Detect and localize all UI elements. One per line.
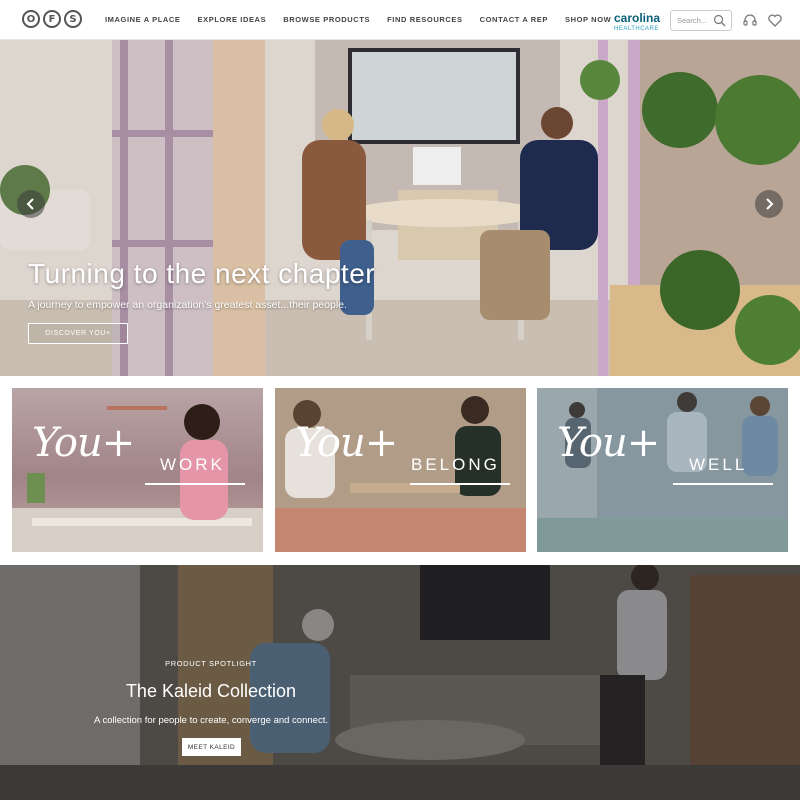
- search-input[interactable]: Search...: [670, 10, 732, 31]
- chevron-right-icon: [766, 198, 774, 210]
- hero-banner: Turning to the next chapter A journey to…: [0, 40, 800, 376]
- discover-you-button[interactable]: DISCOVER YOU+: [28, 323, 128, 344]
- product-spotlight: PRODUCT SPOTLIGHT The Kaleid Collection …: [0, 565, 800, 800]
- tile-you-belong[interactable]: You+ BELONG: [275, 388, 526, 552]
- hero-subtitle: A journey to empower an organization's g…: [28, 299, 347, 311]
- tile-well-word: WELL: [689, 455, 748, 474]
- main-nav: IMAGINE A PLACE EXPLORE IDEAS BROWSE PRO…: [105, 15, 611, 24]
- carolina-healthcare-logo[interactable]: carolina HEALTHCARE: [614, 12, 660, 32]
- brand-sub: HEALTHCARE: [614, 26, 659, 32]
- heart-icon[interactable]: [767, 12, 783, 28]
- spotlight-eyebrow: PRODUCT SPOTLIGHT: [165, 659, 257, 668]
- site-header: O F S IMAGINE A PLACE EXPLORE IDEAS BROW…: [0, 0, 800, 40]
- nav-imagine-a-place[interactable]: IMAGINE A PLACE: [105, 15, 181, 24]
- tile-well-script: You+: [557, 420, 660, 466]
- brand-name: carolina: [614, 11, 661, 25]
- tile-belong-word: BELONG: [411, 455, 500, 474]
- nav-find-resources[interactable]: FIND RESOURCES: [387, 15, 463, 24]
- nav-contact-a-rep[interactable]: CONTACT A REP: [480, 15, 548, 24]
- tile-belong-underline: [410, 483, 510, 485]
- hero-title: Turning to the next chapter: [28, 258, 376, 289]
- nav-browse-products[interactable]: BROWSE PRODUCTS: [283, 15, 370, 24]
- logo-letter-s: S: [64, 10, 82, 28]
- tile-you-well[interactable]: You+ WELL: [537, 388, 788, 552]
- carousel-next-button[interactable]: [755, 190, 783, 218]
- meet-kaleid-button[interactable]: MEET KALEID: [182, 738, 241, 756]
- ofs-logo[interactable]: O F S: [22, 10, 82, 28]
- tile-you-work[interactable]: You+ WORK: [12, 388, 263, 552]
- tile-belong-script: You+: [295, 420, 398, 466]
- tile-well-underline: [673, 483, 773, 485]
- search-icon[interactable]: [713, 14, 726, 27]
- tile-well-photo: [537, 388, 788, 552]
- headset-icon[interactable]: [742, 12, 758, 28]
- nav-explore-ideas[interactable]: EXPLORE IDEAS: [198, 15, 267, 24]
- tile-work-underline: [145, 483, 245, 485]
- tile-work-word: WORK: [160, 455, 225, 474]
- tile-work-script: You+: [32, 420, 135, 466]
- logo-letter-f: F: [43, 10, 61, 28]
- logo-letter-o: O: [22, 10, 40, 28]
- tile-work-photo: [12, 404, 263, 552]
- search-placeholder: Search...: [677, 16, 708, 25]
- chevron-left-icon: [26, 198, 34, 210]
- spotlight-description: A collection for people to create, conve…: [94, 715, 328, 726]
- spotlight-title: The Kaleid Collection: [125, 681, 297, 701]
- nav-shop-now[interactable]: SHOP NOW: [565, 15, 611, 24]
- carousel-prev-button[interactable]: [17, 190, 45, 218]
